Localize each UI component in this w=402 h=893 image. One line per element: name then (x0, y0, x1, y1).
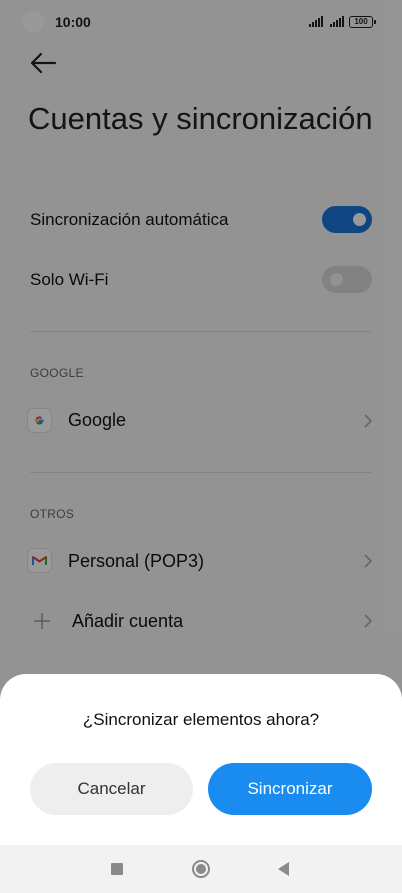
sync-button[interactable]: Sincronizar (208, 763, 372, 815)
home-icon[interactable] (191, 859, 211, 879)
navigation-bar (0, 845, 402, 893)
cancel-button[interactable]: Cancelar (30, 763, 193, 815)
recents-icon[interactable] (111, 863, 123, 875)
nav-back-icon[interactable] (276, 861, 290, 877)
dialog-title: ¿Sincronizar elementos ahora? (82, 710, 320, 729)
